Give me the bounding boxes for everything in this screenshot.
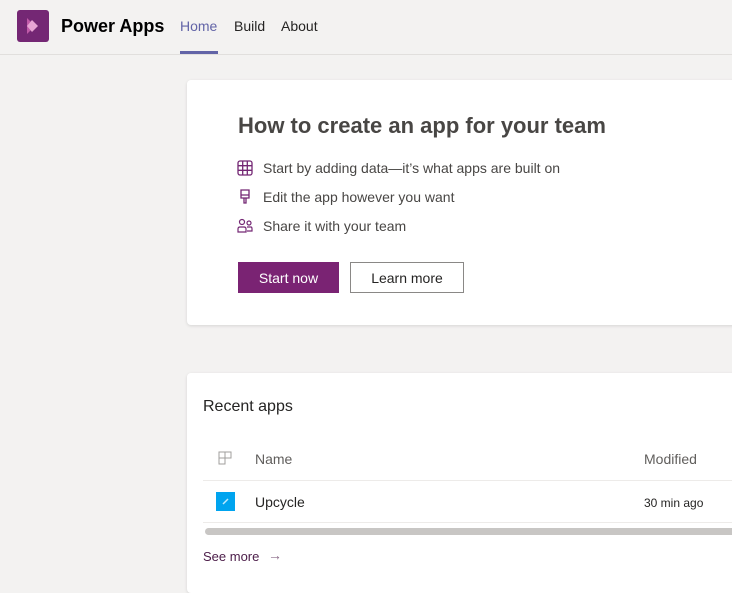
recent-apps-title: Recent apps: [203, 398, 293, 415]
top-bar: Power Apps Home Build About: [0, 0, 732, 55]
table-icon: [237, 160, 253, 176]
tab-about[interactable]: About: [281, 18, 318, 34]
step-text: Edit the app however you want: [263, 189, 455, 205]
app-link-upcycle[interactable]: Upcycle: [255, 494, 305, 510]
app-type-column-icon: [218, 451, 232, 465]
power-apps-logo: [17, 10, 49, 42]
intro-card: How to create an app for your team Start…: [187, 80, 732, 325]
see-more-link[interactable]: See more: [203, 549, 259, 564]
tab-home[interactable]: Home: [180, 18, 217, 34]
column-header-modified[interactable]: Modified: [644, 451, 697, 467]
start-now-button[interactable]: Start now: [238, 262, 339, 293]
tab-build[interactable]: Build: [234, 18, 265, 34]
step-share: Share it with your team: [237, 218, 406, 234]
app-name: Power Apps: [61, 16, 165, 36]
intro-title: How to create an app for your team: [238, 113, 606, 138]
step-add-data: Start by adding data—it’s what apps are …: [237, 160, 560, 176]
arrow-right-icon: →: [268, 547, 282, 563]
active-tab-indicator: [180, 51, 218, 54]
pencil-icon: [222, 498, 229, 505]
divider: [203, 480, 732, 481]
step-edit: Edit the app however you want: [237, 189, 454, 205]
step-text: Start by adding data—it’s what apps are …: [263, 160, 561, 176]
modified-time: 30 min ago: [644, 496, 704, 510]
divider: [203, 522, 732, 523]
paintbrush-icon: [240, 189, 250, 204]
step-text: Share it with your team: [263, 218, 407, 234]
recent-apps-card: Recent apps Name Modified Upcycle 30 min…: [187, 373, 732, 593]
column-header-name[interactable]: Name: [255, 451, 292, 467]
horizontal-scrollbar[interactable]: [205, 528, 732, 535]
app-icon: [216, 492, 235, 511]
learn-more-button[interactable]: Learn more: [350, 262, 464, 293]
people-icon: [237, 218, 253, 233]
